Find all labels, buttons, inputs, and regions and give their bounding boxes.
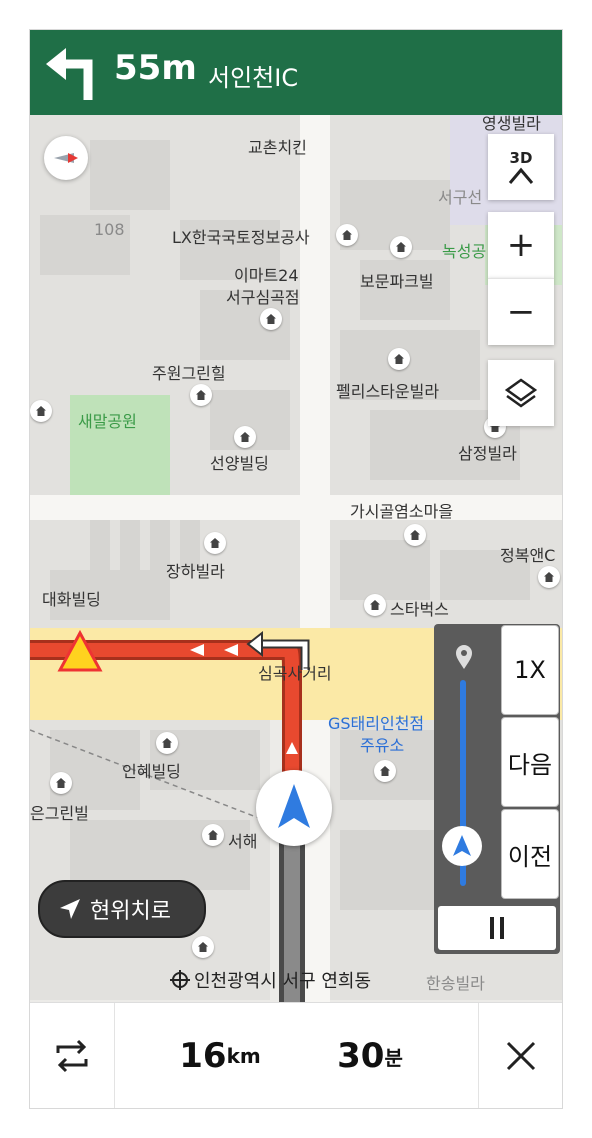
turn-left-arrow-icon [46,48,93,100]
map-label: 선양빌딩 [210,454,269,473]
time-value: 30 [337,1036,385,1076]
poi-pin-icon[interactable] [190,384,212,406]
shopping-cart-icon[interactable] [260,308,282,330]
navigation-chevron-icon [508,167,534,184]
remaining-distance: 16 km [160,1003,280,1108]
next-button[interactable]: 다음 [502,718,558,806]
map-label: 스타벅스 [390,600,449,619]
map-label: 주원그린힐 [152,364,226,383]
poi-pin-icon[interactable] [50,772,72,794]
restaurant-icon[interactable] [538,566,560,588]
gas-station-icon[interactable] [374,760,396,782]
zoom-out-button[interactable]: − [488,278,554,345]
zoom-in-button[interactable]: + [488,212,554,278]
address-text: 인천광역시 서구 연희동 [194,971,372,992]
layers-icon [504,378,538,408]
current-position-arrow-icon [256,770,332,846]
crosshair-icon [170,970,190,990]
map-label: 인혜빌딩 [122,762,181,781]
map-label: 가시골염소마을 [350,502,454,521]
poi-pin-icon[interactable] [30,400,52,422]
prev-button[interactable]: 이전 [502,810,558,898]
poi-pin-icon[interactable] [202,824,224,846]
compass-icon [54,153,78,163]
map-label: 한송빌라 [426,974,485,993]
current-address: 인천광역시 서구 연희동 [170,967,371,993]
map-label: 은그린빌 [30,804,89,823]
turn-distance: 55m [114,48,197,88]
reroute-button[interactable] [30,1003,115,1108]
map-label: 심곡사거리 [258,664,332,683]
poi-pin-icon[interactable] [388,348,410,370]
map-label: LX한국국토정보공사 [172,228,310,247]
repeat-route-icon [56,1039,88,1073]
close-icon [506,1041,536,1071]
restaurant-icon[interactable] [404,524,426,546]
location-arrow-icon [60,899,80,919]
cafe-cup-icon[interactable] [364,594,386,616]
close-button[interactable] [478,1003,562,1108]
map-label: 서구선 [438,188,483,207]
destination-pin-icon [456,645,472,669]
my-location-label: 현위치로 [90,899,171,924]
distance-value: 16 [179,1036,227,1076]
map-label: 녹성공 [442,242,487,261]
map-label: 이마트24 [234,266,299,285]
map-label: 삼정빌라 [458,444,517,463]
remaining-time: 30 분 [320,1003,420,1108]
view-3d-label: 3D [509,149,533,167]
layers-button[interactable] [488,360,554,426]
poi-pin-icon[interactable] [390,236,412,258]
speed-button[interactable]: 1X [502,626,558,714]
poi-pin-icon[interactable] [336,224,358,246]
map-label: 108 [94,220,125,239]
turn-destination: 서인천IC [208,64,299,92]
my-location-button[interactable]: 현위치로 [38,880,206,938]
map-label: 대화빌딩 [42,590,101,609]
map-label: 주유소 [360,736,405,755]
navigation-screen: 교촌치킨 108 LX한국국토정보공사 서구선 녹성공 이마트24 서구심곡점 … [30,30,562,1108]
map-label: 펠리스타운빌라 [336,382,440,401]
map-label: GS태리인천점 [328,714,425,733]
map-label: 교촌치킨 [248,138,307,157]
map-label: 정복앤C [500,546,556,565]
map-label: 새말공원 [78,412,137,431]
compass-button[interactable] [44,136,88,180]
trip-summary-bar: 16 km 30 분 [30,1002,562,1108]
time-unit: 분 [384,1045,403,1070]
poi-pin-icon[interactable] [234,426,256,448]
poi-pin-icon[interactable] [204,532,226,554]
pause-button[interactable] [438,906,556,950]
progress-position-icon[interactable] [442,826,482,866]
pause-icon [490,917,504,939]
map-label: 서해 [228,832,258,851]
map-label: 장하빌라 [166,562,225,581]
poi-pin-icon[interactable] [156,732,178,754]
map-label: 서구심곡점 [226,288,300,307]
map-label: 보문파크빌 [360,272,434,291]
restaurant-icon[interactable] [192,936,214,958]
distance-unit: km [226,1044,261,1068]
view-3d-button[interactable]: 3D [488,134,554,200]
turn-guidance-bar[interactable]: 55m 서인천IC [30,30,562,115]
